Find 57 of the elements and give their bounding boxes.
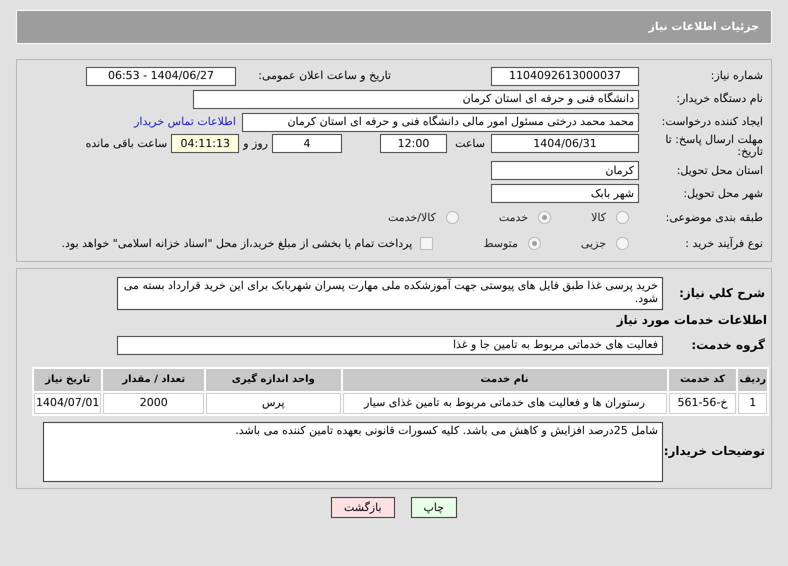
page-title: جزئیات اطلاعات نیاز xyxy=(648,20,759,34)
announce-date-field: 1404/06/27 - 06:53 xyxy=(86,66,236,86)
field-label: تاریخ و ساعت اعلان عمومی: xyxy=(257,69,391,83)
requester-field: محمد محمد درختی مسئول امور مالی دانشگاه فنی و حرفه ای استان کرمان xyxy=(242,112,639,132)
field-label: مهلت ارسال پاسخ: تا تاریخ: xyxy=(664,134,764,158)
radio-button[interactable] xyxy=(528,237,541,250)
section-heading: اطلاعات خدمات مورد نیاز xyxy=(615,312,768,330)
field-label: ساعت باقی مانده xyxy=(86,136,168,152)
radio-button[interactable] xyxy=(538,211,552,224)
deadline-date-field: 1404/06/31 xyxy=(491,134,639,153)
field-label: ساعت xyxy=(454,136,485,152)
table-cell: 1 xyxy=(738,392,767,414)
table-cell: خ-56-561 xyxy=(668,392,736,414)
radio-label: متوسط xyxy=(483,237,518,250)
radio-button[interactable] xyxy=(616,211,629,224)
payment-note: پرداخت تمام یا بخشی از مبلغ خرید،از محل "اسناد خزانه اسلامی" خواهد بود. xyxy=(62,237,412,250)
table-cell: 2000 xyxy=(103,392,204,414)
service-group-field: فعالیت های خدماتی مربوط به تامین جا و غذا xyxy=(117,336,663,355)
description-textarea[interactable]: خرید پرسی غذا طبق فایل های پیوستی جهت آموزشکده ملی مهارت پسران شهربابک برای این خرید قرارداد بسته می شود. xyxy=(117,277,663,310)
field-label: استان محل تحویل: xyxy=(676,164,764,177)
province-field: کرمان xyxy=(491,160,639,180)
table-cell: پرس xyxy=(206,392,340,414)
back-button[interactable]: بازگشت xyxy=(330,496,395,518)
field-label: ایجاد کننده درخواست: xyxy=(660,115,764,129)
field-label: شماره نیاز: xyxy=(710,69,764,83)
contact-link[interactable]: اطلاعات تماس خریدار xyxy=(134,115,236,129)
radio-label: خدمت xyxy=(498,211,528,224)
field-label: روز و xyxy=(243,136,268,152)
field-label: نوع فرآیند خرید : xyxy=(684,237,764,250)
table-cell: رستوران ها و فعالیت های خدماتی مربوط به تامین غذای سیار xyxy=(342,392,667,414)
column-header: تعداد / مقدار xyxy=(103,368,204,391)
deadline-time-field: 12:00 xyxy=(380,134,447,153)
field-label: شرح کلي نياز: xyxy=(678,286,766,301)
field-label: شهر محل تحویل: xyxy=(682,186,764,200)
column-header: ردیف xyxy=(738,368,767,391)
radio-label: جزیی xyxy=(580,237,606,250)
table-cell: 1404/07/01 xyxy=(34,392,102,414)
column-header: نام خدمت xyxy=(342,368,667,391)
column-header: واحد اندازه گیری xyxy=(206,368,340,391)
column-header: تاریخ نیاز xyxy=(34,368,102,391)
radio-label: کالا xyxy=(591,211,606,224)
buyer-field: دانشگاه فنی و حرفه ای استان کرمان xyxy=(193,90,639,108)
radio-label: کالا/خدمت xyxy=(388,211,436,224)
print-button[interactable]: چاپ xyxy=(410,496,458,518)
field-label: نام دستگاه خریدار: xyxy=(675,92,764,106)
field-label: توضیحات خریدار: xyxy=(663,444,766,459)
column-header: کد خدمت xyxy=(668,368,736,391)
radio-button[interactable] xyxy=(446,211,459,224)
buyer-notes-textarea[interactable]: شامل 25درصد افزایش و کاهش می باشد. کلیه کسورات قانونی بعهده تامین کننده می باشد. xyxy=(43,422,663,482)
payment-checkbox[interactable] xyxy=(420,237,434,250)
need-number-field: 1104092613000037 xyxy=(491,66,639,86)
field-label: طبقه بندی موضوعی: xyxy=(664,211,764,224)
city-field: شهر بابک xyxy=(491,184,639,203)
days-field: 4 xyxy=(272,134,342,153)
remaining-time-field: 04:11:13 xyxy=(171,134,240,153)
field-label: گروه خدمت: xyxy=(690,338,766,352)
radio-button[interactable] xyxy=(616,237,629,250)
